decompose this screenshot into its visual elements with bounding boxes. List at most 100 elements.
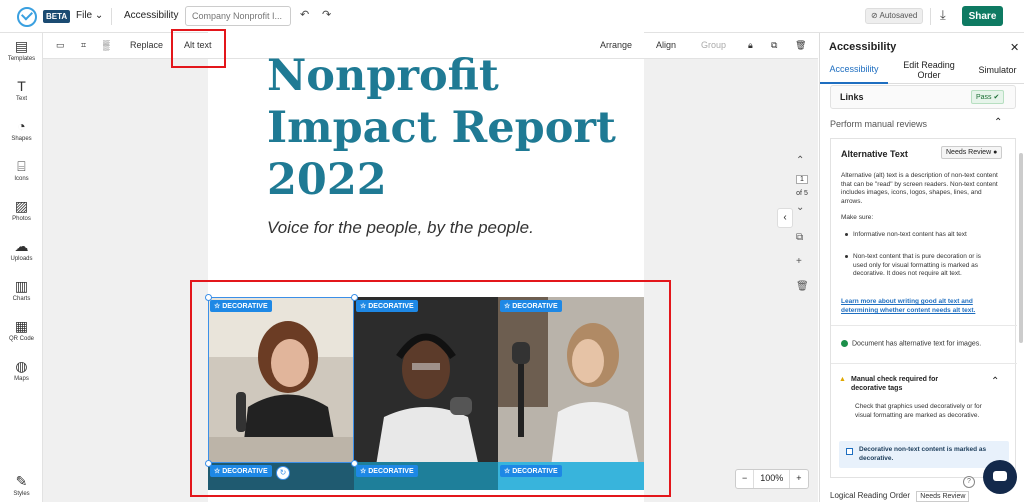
zoom-control: − 100% + [735,469,809,489]
divider [111,8,112,25]
tool-qr-code[interactable]: ▦ QR Code [0,318,43,342]
tab-edit-reading-order[interactable]: Edit Reading Order [894,56,964,84]
frame-icon[interactable]: ▭ [56,40,65,51]
resize-handle[interactable] [205,460,212,467]
tool-uploads[interactable]: ☁ Uploads [0,238,43,262]
templates-icon: ▤ [14,38,29,54]
rotate-handle-icon[interactable]: ↻ [276,466,290,480]
align-button[interactable]: Align [656,40,676,50]
delete-page-icon[interactable]: 🗑︎ [796,281,809,292]
app-logo-icon[interactable] [17,7,37,27]
autosave-status: ⊘ Autosaved [865,8,924,24]
styles-icon: ✎ [15,473,28,489]
group-button[interactable]: Group [701,40,726,50]
bullet-informative: Informative non-text content has alt tex… [845,231,993,240]
tool-styles[interactable]: ✎ Styles [0,473,43,497]
check-circle-icon: ✔ [993,94,1000,101]
download-icon[interactable]: ⤓ [940,7,946,23]
decorative-badge: ☆ DECORATIVE [500,300,562,312]
tool-maps[interactable]: ◍ Maps [0,358,43,382]
transparency-icon[interactable]: ▒ [103,40,109,50]
maps-icon: ◍ [15,358,28,374]
zoom-out-button[interactable]: − [736,470,755,488]
duplicate-page-icon[interactable]: ⧉ [796,232,803,243]
tool-label: Uploads [10,256,33,262]
divider [930,8,931,25]
alt-text-title: Alternative Text [841,149,908,159]
share-button[interactable]: Share [962,6,1003,26]
tool-photos[interactable]: ▨ Photos [0,198,43,222]
beta-badge: BETA [43,10,71,23]
arrange-button[interactable]: Arrange [600,40,632,50]
resize-handle[interactable] [351,294,358,301]
help-icon[interactable]: ? [963,476,975,488]
file-menu[interactable]: File ⌄ [76,10,103,21]
divider [831,363,1017,364]
lock-icon[interactable]: 🔒︎ [748,40,753,51]
alt-text-description: Alternative (alt) text is a description … [841,172,998,205]
decorative-badge: ☆ DECORATIVE [210,465,272,477]
selection-box[interactable] [208,297,354,463]
needs-review-badge: Needs Review ● [941,146,1003,159]
current-page[interactable]: 1 [796,175,808,184]
chevron-up-icon[interactable]: ⌃ [994,117,1002,128]
page-subtitle[interactable]: Voice for the people, by the people. [267,218,534,238]
chevron-down-icon: ⌄ [94,10,104,21]
links-label: Links [840,92,864,102]
learn-more-link[interactable]: Learn more about writing good alt text a… [841,297,1001,315]
tab-accessibility[interactable]: Accessibility [820,56,888,84]
chat-icon[interactable] [983,460,1017,494]
tool-label: Text [15,96,27,102]
undo-icon[interactable]: ↶ [300,8,309,21]
photos-icon: ▨ [14,198,29,214]
chevron-up-icon[interactable]: ⌃ [991,376,999,387]
links-check-row[interactable]: Links Pass ✔ [830,85,1016,109]
panel-tabs: Accessibility Edit Reading Order Simulat… [820,56,1024,84]
tool-icons[interactable]: ⌸ Icons [0,158,43,182]
panel-scrollbar[interactable] [1019,153,1023,343]
document-name-input[interactable] [185,6,291,26]
tool-templates[interactable]: ▤ Templates [0,38,43,62]
redo-icon[interactable]: ↷ [322,8,331,21]
delete-icon[interactable]: 🗑︎ [795,40,806,51]
chevron-up-icon[interactable]: ⌃ [796,155,804,166]
chevron-down-icon[interactable]: ⌄ [796,202,804,213]
decorative-checkbox[interactable] [846,448,853,455]
decorative-label: DECORATIVE [368,303,414,310]
tool-charts[interactable]: ▥ Charts [0,278,43,302]
divider [831,325,1017,326]
resize-handle[interactable] [351,460,358,467]
page-title[interactable]: Nonprofit Impact Report 2022 [267,50,627,206]
tool-label: Maps [14,376,29,382]
check-circle-icon [841,340,848,347]
tool-label: Templates [7,56,36,62]
crop-icon[interactable]: ⌗ [81,40,86,51]
photo-man-headphones[interactable]: ☆ DECORATIVE ☆ DECORATIVE [354,297,498,490]
decorative-badge: ☆ DECORATIVE [356,300,418,312]
reading-order-row[interactable]: Logical Reading Order Needs Review [830,491,970,502]
add-page-icon[interactable]: + [796,256,802,267]
zoom-level[interactable]: 100% [754,470,791,488]
replace-button[interactable]: Replace [130,40,163,50]
zoom-in-button[interactable]: + [790,470,807,488]
needs-review-label: Needs Review [946,149,992,156]
collapse-panel-icon[interactable]: ‹ [777,208,793,228]
uploads-icon: ☁ [14,238,29,254]
reading-order-label: Logical Reading Order [830,491,911,500]
tool-shapes[interactable]: ◔ Shapes [0,118,43,142]
close-icon[interactable]: ✕ [1010,41,1019,54]
panel-title: Accessibility [829,41,897,53]
tool-text[interactable]: T Text [0,78,43,102]
autosave-label: Autosaved [879,11,918,20]
tab-simulator[interactable]: Simulator [970,56,1024,84]
duplicate-icon[interactable]: ⧉ [771,40,777,51]
icons-icon: ⌸ [17,158,26,174]
photo-woman-podcast[interactable]: ☆ DECORATIVE ☆ DECORATIVE [498,297,644,490]
manual-reviews-heading: Perform manual reviews [830,119,928,129]
accessibility-menu[interactable]: Accessibility [124,10,178,21]
resize-handle[interactable] [205,294,212,301]
tool-label: Icons [14,176,29,182]
alt-text-button[interactable]: Alt text [184,40,212,50]
decorative-checkbox-row[interactable]: Decorative non-text content is marked as… [839,441,1009,468]
page-count: of 5 [796,190,808,197]
